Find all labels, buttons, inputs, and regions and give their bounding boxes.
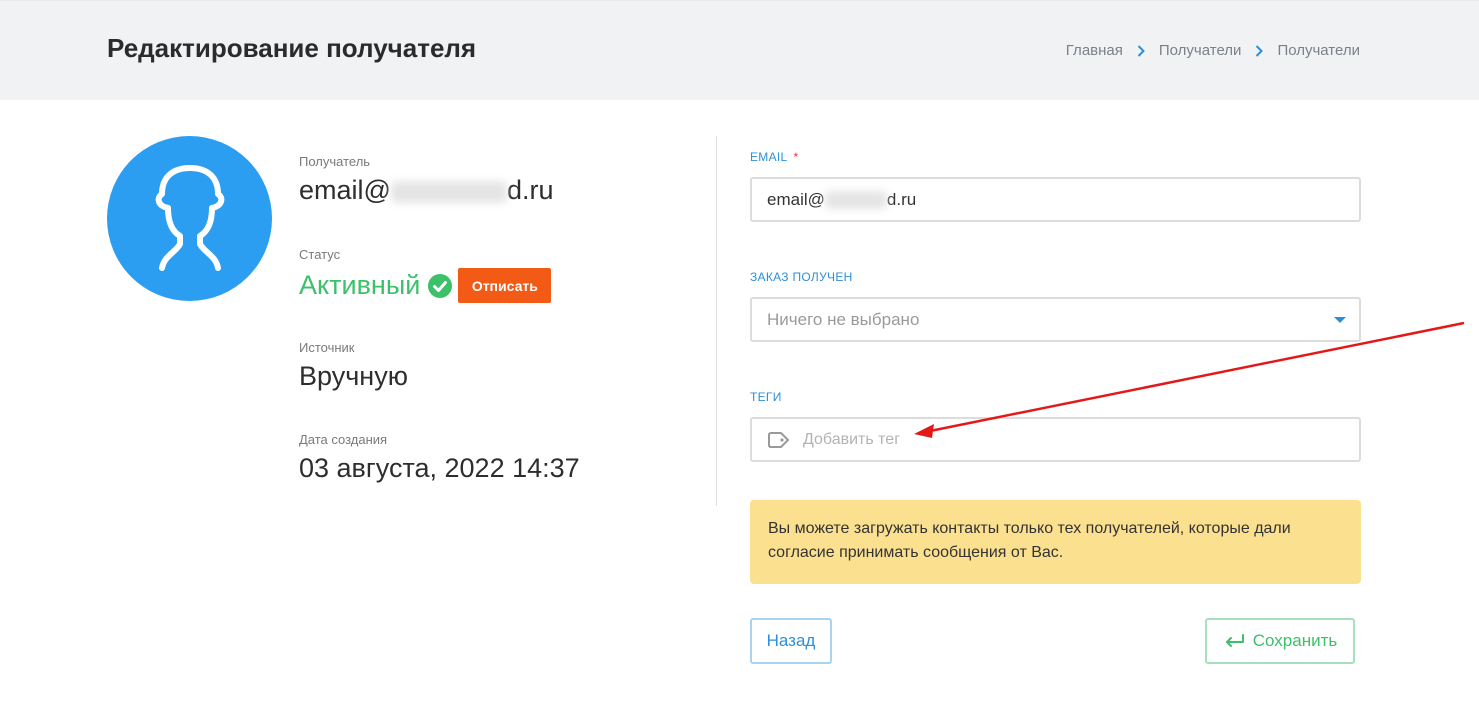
chevron-right-icon bbox=[1137, 44, 1145, 57]
created-label: Дата создания bbox=[299, 432, 388, 447]
chevron-right-icon bbox=[1255, 44, 1264, 57]
save-label: Сохранить bbox=[1252, 631, 1338, 650]
required-mark: * bbox=[793, 150, 799, 164]
tags-field-label: ТЕГИ bbox=[750, 390, 782, 404]
email-value-suffix: d.ru bbox=[886, 189, 917, 209]
recipient-info: Получатель email@ d.ru bbox=[299, 154, 553, 206]
unsubscribe-button[interactable]: Отписать bbox=[458, 268, 552, 303]
recipient-email: email@ d.ru bbox=[299, 175, 553, 206]
page-header: Редактирование получателя Главная Получа… bbox=[0, 0, 1479, 100]
tag-icon bbox=[767, 431, 789, 448]
order-selected-value: Ничего не выбрано bbox=[767, 309, 920, 329]
breadcrumb-current: Получатели bbox=[1277, 42, 1360, 59]
source-value: Вручную bbox=[299, 361, 408, 391]
order-select[interactable]: Ничего не выбрано bbox=[750, 297, 1361, 342]
source-label: Источник bbox=[299, 340, 355, 355]
status-info: Статус Активный Отписать bbox=[299, 247, 552, 303]
caret-down-icon bbox=[1334, 317, 1346, 323]
user-silhouette-icon bbox=[155, 164, 224, 271]
tags-input[interactable]: Добавить тег bbox=[750, 417, 1361, 462]
source-info: Источник Вручную bbox=[299, 340, 408, 392]
created-value: 03 августа, 2022 14:37 bbox=[299, 453, 580, 483]
order-field-label: ЗАКАЗ ПОЛУЧЕН bbox=[750, 270, 853, 284]
save-button[interactable]: Сохранить bbox=[1205, 618, 1355, 664]
check-circle-icon bbox=[428, 273, 453, 298]
email-suffix: d.ru bbox=[506, 175, 554, 205]
avatar bbox=[107, 136, 272, 301]
breadcrumb: Главная Получатели Получатели bbox=[1066, 42, 1360, 59]
breadcrumb-recipients[interactable]: Получатели bbox=[1159, 42, 1242, 59]
email-prefix: email@ bbox=[299, 175, 391, 205]
email-label-text: EMAIL bbox=[750, 150, 788, 164]
page-title: Редактирование получателя bbox=[107, 33, 477, 63]
created-info: Дата создания 03 августа, 2022 14:37 bbox=[299, 432, 580, 484]
back-button[interactable]: Назад bbox=[750, 618, 832, 664]
tags-placeholder: Добавить тег bbox=[803, 430, 901, 448]
redacted-text bbox=[824, 190, 887, 209]
column-divider bbox=[716, 136, 717, 506]
recipient-label: Получатель bbox=[299, 154, 371, 169]
annotation-arrow bbox=[914, 321, 1465, 438]
consent-notice: Вы можете загружать контакты только тех … bbox=[750, 500, 1361, 584]
email-field[interactable]: email@ d.ru bbox=[750, 177, 1361, 222]
status-value: Активный bbox=[299, 270, 421, 300]
breadcrumb-home[interactable]: Главная bbox=[1066, 42, 1123, 59]
email-field-label: EMAIL * bbox=[750, 150, 799, 164]
redacted-text bbox=[390, 180, 507, 203]
status-label: Статус bbox=[299, 247, 341, 262]
return-arrow-icon bbox=[1223, 633, 1245, 649]
email-value-prefix: email@ bbox=[767, 189, 825, 209]
